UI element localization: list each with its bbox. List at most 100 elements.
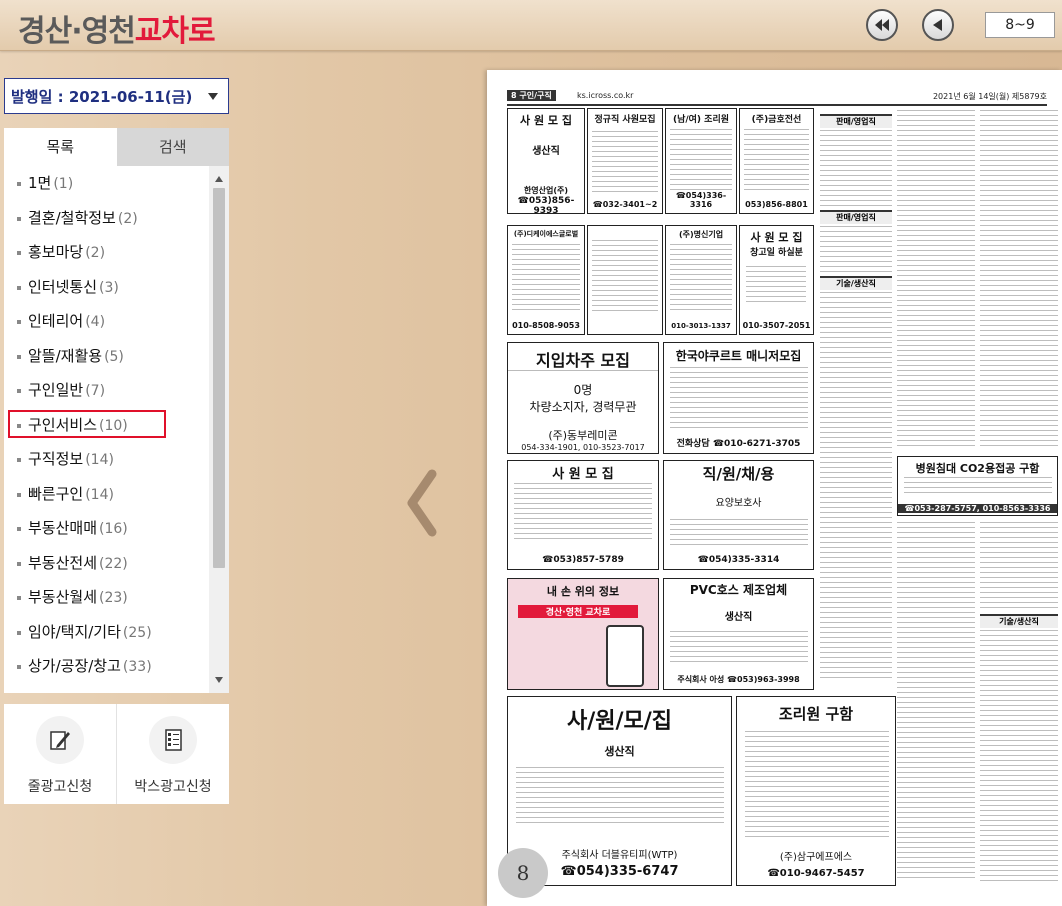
ad-title: 사/원/모/집 bbox=[566, 709, 673, 734]
ad-block[interactable]: (남/여) 조리원 ☎054)336-3316 bbox=[665, 108, 737, 214]
tab-list[interactable]: 목록 bbox=[4, 128, 117, 166]
category-name: 부동산월세 bbox=[28, 588, 98, 606]
ad-phone: ☎053)856-9393 bbox=[517, 196, 575, 214]
category-item[interactable]: 부동산매매 (16) bbox=[4, 511, 209, 546]
ad-title: 사 원 모 집 bbox=[520, 114, 572, 127]
category-item[interactable]: 부동산전세 (22) bbox=[4, 546, 209, 581]
category-name: 구직정보 bbox=[28, 450, 84, 468]
category-count: (1) bbox=[53, 176, 74, 192]
ad-subtitle: 창고일 하실분 bbox=[750, 248, 803, 258]
ad-block[interactable]: 사 원 모 집 생산직 한영산업(주) ☎053)856-9393 bbox=[507, 108, 585, 214]
paper-date: 2021년 6월 14일(월) 제5879호 bbox=[932, 92, 1047, 101]
ad-block[interactable]: PVC호스 제조업체 생산직 주식회사 아성 ☎053)963-3998 bbox=[663, 578, 814, 690]
ad-block[interactable]: (주)명신기업 010-3013-1337 bbox=[665, 225, 737, 335]
ad-phone: 주식회사 아성 ☎053)963-3998 bbox=[677, 675, 800, 684]
category-item[interactable]: 임야/택지/기타 (25) bbox=[4, 615, 209, 650]
category-item[interactable]: 구인일반 (7) bbox=[4, 373, 209, 408]
category-item[interactable]: 부동산월세 (23) bbox=[4, 580, 209, 615]
ad-subtitle: 생산직 bbox=[724, 612, 753, 623]
ad-phone: 054-334-1901, 010-3523-7017 bbox=[521, 443, 645, 452]
category-count: (3) bbox=[99, 279, 119, 296]
category-name: 임야/택지/기타 bbox=[28, 622, 121, 641]
ad-block[interactable]: 지입차주 모집 0명 차량소지자, 경력무관 (주)동부레미콘 054-334-… bbox=[507, 342, 659, 454]
category-item[interactable]: 결혼/철학정보 (2) bbox=[4, 201, 209, 236]
ad-phone: 전화상담 ☎010-6271-3705 bbox=[676, 439, 801, 449]
category-item[interactable]: 홍보마당 (2) bbox=[4, 235, 209, 270]
ad-block[interactable]: (주)디케이에스글로벌 010-8508-9053 bbox=[507, 225, 585, 335]
page-indicator[interactable]: 8~9 bbox=[985, 12, 1055, 38]
ad-subtitle: 요양보호사 bbox=[715, 498, 762, 509]
ad-block[interactable]: 한국야쿠르트 매니저모집 전화상담 ☎010-6271-3705 bbox=[663, 342, 814, 454]
phone-icon bbox=[606, 625, 644, 687]
category-item[interactable]: 인테리어 (4) bbox=[4, 304, 209, 339]
chevron-left-icon bbox=[407, 469, 437, 537]
ad-title: 정규직 사원모집 bbox=[594, 115, 656, 125]
selected-highlight bbox=[8, 409, 166, 438]
ad-title: 직/원/채/용 bbox=[702, 465, 775, 483]
issue-date-value: 발행일 : 2021-06-11(금) bbox=[11, 87, 193, 106]
logo-text-brand: 교차로 bbox=[134, 14, 216, 49]
chevron-down-icon bbox=[208, 93, 218, 100]
ad-block[interactable] bbox=[587, 225, 663, 335]
box-ad-request-button[interactable]: 박스광고신청 bbox=[116, 704, 229, 804]
category-count: (22) bbox=[99, 555, 128, 572]
ad-title: 사 원 모 집 bbox=[552, 467, 614, 482]
category-item[interactable]: 구직정보 (14) bbox=[4, 442, 209, 477]
logo-text-region: 경산·영천 bbox=[18, 14, 136, 49]
first-page-button[interactable] bbox=[866, 9, 898, 41]
category-count: (16) bbox=[99, 521, 128, 537]
classified-heading: 판매/영업직 bbox=[820, 114, 892, 128]
ad-block[interactable]: 사 원 모 집 ☎053)857-5789 bbox=[507, 460, 659, 570]
ad-block[interactable]: 내 손 위의 정보 경산·영천 교차로 bbox=[507, 578, 659, 690]
category-count: (14) bbox=[85, 486, 114, 503]
line-ad-request-button[interactable]: 줄광고신청 bbox=[4, 704, 116, 804]
scroll-thumb[interactable] bbox=[213, 188, 225, 568]
ad-title: (주)디케이에스글로벌 bbox=[513, 230, 579, 238]
scroll-down-icon[interactable] bbox=[215, 677, 223, 683]
prev-page-button[interactable] bbox=[922, 9, 954, 41]
category-count: (4) bbox=[85, 314, 106, 330]
ad-block[interactable]: 직/원/채/용 요양보호사 ☎054)335-3314 bbox=[663, 460, 814, 570]
app-logo[interactable]: 경산·영천교차로 bbox=[18, 6, 216, 50]
ad-block[interactable]: (주)금호전선 053)856-8801 bbox=[739, 108, 814, 214]
category-count: (23) bbox=[99, 590, 128, 606]
category-count: (2) bbox=[85, 245, 106, 261]
ad-phone: 010-3507-2051 bbox=[742, 321, 811, 330]
ad-title: (주)금호전선 bbox=[751, 115, 802, 125]
tab-search[interactable]: 검색 bbox=[116, 128, 229, 166]
double-left-icon bbox=[875, 19, 889, 31]
scroll-up-icon[interactable] bbox=[215, 176, 223, 182]
category-name: 빠른구인 bbox=[28, 484, 84, 503]
category-name: 부동산전세 bbox=[28, 553, 98, 572]
ad-phone: ☎054)335-3314 bbox=[697, 555, 780, 565]
ad-company: 한영산업(주) bbox=[523, 186, 569, 195]
ad-line: 0명 bbox=[573, 383, 593, 397]
ad-title: (주)명신기업 bbox=[678, 230, 724, 239]
ad-logo: 경산·영천 교차로 bbox=[518, 605, 638, 618]
category-item[interactable]: 알뜰/재활용 (5) bbox=[4, 339, 209, 374]
prev-spread-arrow[interactable] bbox=[402, 468, 442, 538]
classified-heading: 기술/생산직 bbox=[820, 276, 892, 290]
category-item[interactable]: 인터넷통신 (3) bbox=[4, 270, 209, 305]
notebook-icon bbox=[149, 716, 197, 764]
ad-block[interactable]: 병원침대 CO2용접공 구함 ☎053-287-5757, 010-8563-3… bbox=[897, 456, 1058, 516]
newspaper-page[interactable]: 8 구인/구직 ks.icross.co.kr 2021년 6월 14일(월) … bbox=[487, 70, 1062, 906]
category-item[interactable]: 상가/공장/창고 (33) bbox=[4, 649, 209, 684]
ad-title: 병원침대 CO2용접공 구함 bbox=[915, 462, 1040, 475]
category-item[interactable]: 구인서비스 (10) bbox=[4, 408, 209, 443]
issue-date-select[interactable]: 발행일 : 2021-06-11(금) bbox=[4, 78, 229, 114]
category-list: 1면 (1) 결혼/철학정보 (2) 홍보마당 (2) 인터넷통신 (3) 인테리어 (4) 알뜰/… bbox=[4, 166, 209, 693]
ad-block[interactable]: 사 원 모 집 창고일 하실분 010-3507-2051 bbox=[739, 225, 814, 335]
ad-title: PVC호스 제조업체 bbox=[689, 583, 788, 597]
ad-phone: ☎010-9467-5457 bbox=[767, 868, 865, 879]
ad-block[interactable]: 정규직 사원모집 ☎032-3401~2 bbox=[587, 108, 663, 214]
category-name: 1면 bbox=[28, 174, 52, 192]
category-item[interactable]: 1면 (1) bbox=[4, 166, 209, 201]
paper-url: ks.icross.co.kr bbox=[577, 91, 634, 100]
ad-subtitle: 생산직 bbox=[532, 146, 560, 157]
ad-block[interactable]: 조리원 구함 (주)삼구에프에스 ☎010-9467-5457 bbox=[736, 696, 896, 886]
category-scrollbar[interactable] bbox=[209, 166, 229, 693]
category-item[interactable]: 빠른구인 (14) bbox=[4, 477, 209, 512]
category-name: 결혼/철학정보 bbox=[28, 208, 116, 227]
ad-title: (남/여) 조리원 bbox=[672, 115, 730, 125]
